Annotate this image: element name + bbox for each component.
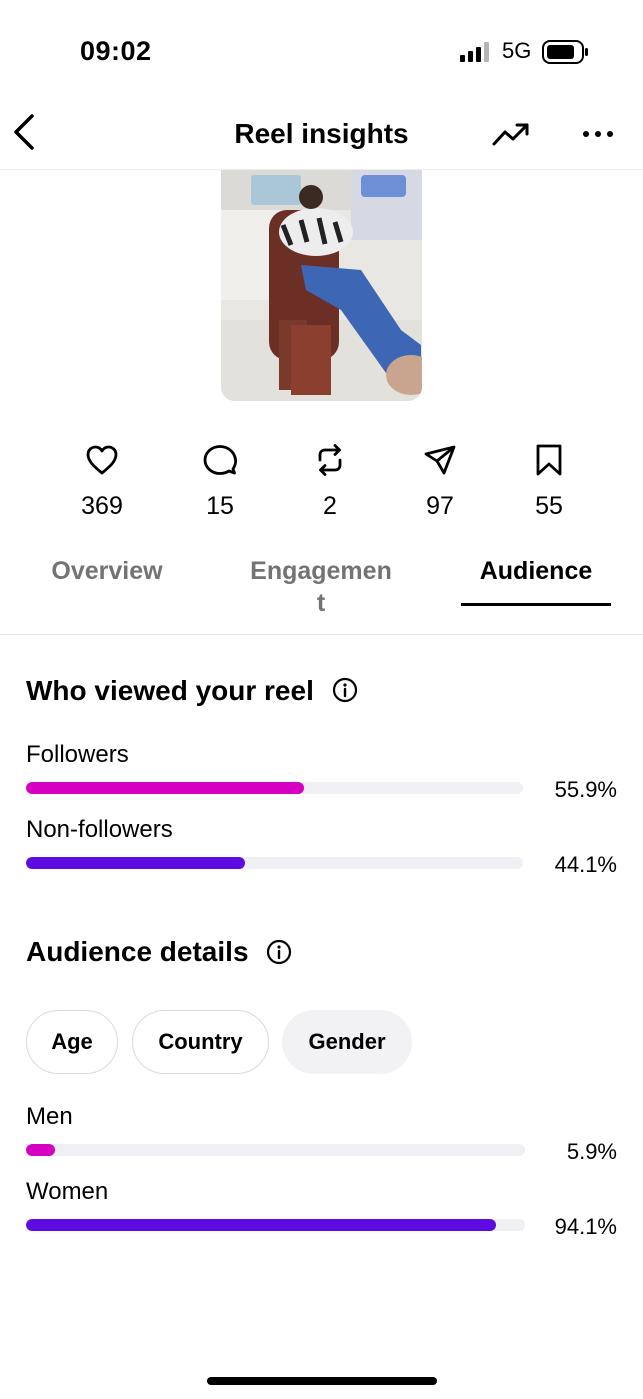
men-bar-track <box>26 1144 525 1156</box>
reel-thumbnail-image <box>221 170 422 401</box>
women-bar-track <box>26 1219 525 1231</box>
share-icon <box>424 445 456 475</box>
heart-icon <box>86 445 118 475</box>
battery-icon <box>542 40 588 64</box>
followers-percent: 55.9% <box>554 777 617 802</box>
engagement-stats: 369 15 2 97 55 <box>0 440 643 530</box>
non-followers-percent: 44.1% <box>554 852 617 877</box>
network-type: 5G <box>502 38 532 63</box>
status-bar: 09:02 5G <box>0 0 643 100</box>
women-percent: 94.1% <box>554 1214 617 1239</box>
tab-audience[interactable]: Audience <box>461 555 611 587</box>
women-label: Women <box>26 1178 109 1205</box>
insights-tabs: Overview Engagemen t Audience <box>0 545 643 635</box>
comments-count: 15 <box>206 492 234 520</box>
repost-icon <box>318 444 342 476</box>
info-icon[interactable] <box>332 677 358 703</box>
nav-bar: Reel insights <box>0 100 643 170</box>
chip-country[interactable]: Country <box>132 1010 269 1074</box>
reel-thumbnail[interactable] <box>221 170 422 401</box>
shares-count: 97 <box>426 492 454 520</box>
followers-label: Followers <box>26 741 129 768</box>
followers-bar-track <box>26 782 523 794</box>
active-tab-indicator <box>461 603 611 606</box>
home-indicator[interactable] <box>207 1377 437 1385</box>
page-title: Reel insights <box>234 118 409 149</box>
more-options-icon[interactable] <box>580 122 616 146</box>
likes-stat: 369 <box>47 440 157 521</box>
trending-up-icon[interactable] <box>490 118 532 150</box>
likes-count: 369 <box>81 492 123 520</box>
who-viewed-title: Who viewed your reel <box>26 675 314 706</box>
comments-stat: 15 <box>165 440 275 521</box>
non-followers-bar-fill <box>26 857 246 869</box>
comment-icon <box>203 445 238 475</box>
reposts-count: 2 <box>323 492 337 520</box>
tab-overview[interactable]: Overview <box>30 555 184 587</box>
followers-bar-fill <box>26 782 304 794</box>
status-time: 09:02 <box>80 36 152 66</box>
cellular-signal-icon <box>460 42 489 62</box>
women-bar-fill <box>26 1219 496 1231</box>
saves-stat: 55 <box>494 440 604 521</box>
men-label: Men <box>26 1103 73 1130</box>
men-bar-fill <box>26 1144 56 1156</box>
chip-age[interactable]: Age <box>26 1010 118 1074</box>
men-percent: 5.9% <box>566 1139 617 1164</box>
non-followers-bar-track <box>26 857 523 869</box>
chip-gender[interactable]: Gender <box>282 1010 412 1074</box>
bookmark-icon <box>536 444 562 476</box>
saves-count: 55 <box>535 492 563 520</box>
tab-engagement[interactable]: Engagemen t <box>240 555 402 619</box>
reposts-stat: 2 <box>275 440 385 521</box>
info-icon[interactable] <box>266 939 292 965</box>
non-followers-label: Non-followers <box>26 816 173 843</box>
audience-details-title: Audience details <box>26 936 249 967</box>
shares-stat: 97 <box>385 440 495 521</box>
